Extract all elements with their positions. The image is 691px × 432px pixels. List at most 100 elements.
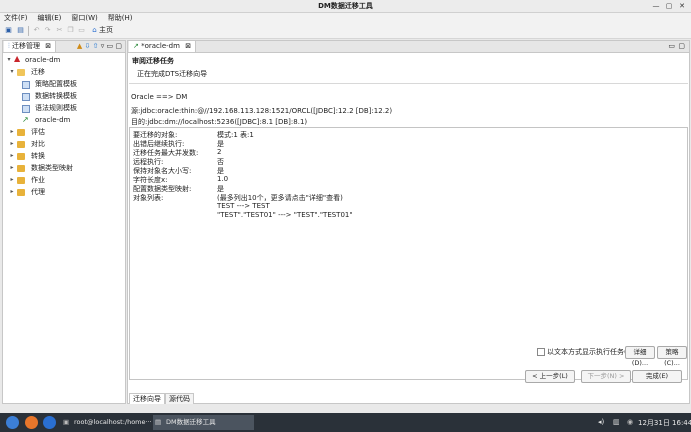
minimize-button[interactable]: —: [651, 1, 661, 11]
tree-item-label: 数据转换模板: [35, 92, 77, 100]
tree-item-strategy-template[interactable]: 策略配置模板: [3, 78, 125, 90]
tree-item-label: 评估: [31, 128, 45, 136]
cut-icon[interactable]: ✂: [55, 26, 64, 35]
text-mode-label[interactable]: 以文本方式显示执行任务(E): [547, 347, 634, 357]
maximize-editor-icon[interactable]: ▢: [678, 42, 685, 50]
toolbar-separator: [28, 26, 29, 36]
expand-arrow-icon[interactable]: ▸: [8, 174, 16, 186]
text-mode-checkbox[interactable]: [537, 348, 545, 356]
close-tab-icon[interactable]: ⊠: [185, 42, 191, 50]
migration-manager-panel: ⫶ 迁移管理 ⊠ ▲ ⇩ ⇧ ▿ ▭ ▢ ▾ ▲ oracle-dm ▾ 迁移 …: [2, 40, 126, 404]
home-label[interactable]: 主页: [99, 26, 113, 35]
export-icon[interactable]: ⇧: [93, 42, 99, 50]
close-window-button[interactable]: ✕: [677, 1, 687, 11]
tree-item-label: oracle-dm: [35, 116, 71, 124]
expand-arrow-icon[interactable]: ▸: [8, 138, 16, 150]
launcher-icon[interactable]: [6, 416, 19, 429]
wizard-title: 审阅迁移任务: [132, 57, 174, 65]
editor-tab-label: *oracle-dm: [141, 42, 180, 50]
template-icon: [22, 105, 30, 113]
maximize-button[interactable]: ▢: [664, 1, 674, 11]
import-icon[interactable]: ⇩: [85, 42, 91, 50]
tree-item-type-mapping[interactable]: ▸ 数据类型映射: [3, 162, 125, 174]
tree-item-label: 作业: [31, 176, 45, 184]
volume-icon[interactable]: ◂): [598, 418, 604, 426]
menu-help[interactable]: 帮助(H): [108, 13, 133, 24]
folder-icon: [17, 129, 25, 136]
tree-item-convert[interactable]: ▸ 转换: [3, 150, 125, 162]
tree-item-label: 代理: [31, 188, 45, 196]
firefox-icon[interactable]: [25, 416, 38, 429]
taskbar-item-dm-tool[interactable]: ▤ DM数据迁移工具: [153, 415, 254, 430]
clock[interactable]: 12月31日 16:44: [638, 418, 691, 428]
tree-view-icon: ⫶: [8, 42, 10, 50]
view-menu-icon[interactable]: ▿: [101, 42, 105, 50]
tab-migration-manager[interactable]: ⫶ 迁移管理 ⊠: [4, 41, 57, 52]
tab-source-code[interactable]: 源代码: [165, 393, 194, 404]
menu-edit[interactable]: 编辑(E): [38, 13, 62, 24]
folder-open-icon: [17, 69, 25, 76]
wizard-bottom-tabs: 迁移向导 源代码: [129, 393, 194, 404]
folder-icon: [17, 141, 25, 148]
target-connection: 目的:jdbc:dm://localhost:5236([JDBC]:8.1 […: [131, 118, 308, 126]
next-button[interactable]: 下一步(N) >: [581, 370, 631, 383]
panel-tools: ▲ ⇩ ⇧ ▿ ▭ ▢: [77, 42, 122, 50]
maximize-panel-icon[interactable]: ▢: [115, 42, 122, 50]
taskbar-item-label: DM数据迁移工具: [166, 418, 216, 426]
collapse-arrow-icon[interactable]: ▾: [8, 66, 16, 78]
close-tab-icon[interactable]: ⊠: [45, 42, 51, 50]
strategy-button[interactable]: 策略(C)...: [657, 346, 687, 367]
folder-icon: [17, 177, 25, 184]
tree-item-conversion-template[interactable]: 数据转换模板: [3, 90, 125, 102]
taskbar-item-terminal[interactable]: ▣ root@localhost:/home···: [61, 415, 164, 430]
expand-arrow-icon[interactable]: ▸: [8, 126, 16, 138]
tree-item-jobs[interactable]: ▸ 作业: [3, 174, 125, 186]
tree-item-migration[interactable]: ▾ 迁移: [3, 66, 125, 78]
network-icon[interactable]: ▥: [613, 418, 620, 426]
migration-icon: ↗: [22, 115, 29, 124]
tree-item-label: 转换: [31, 152, 45, 160]
copy-icon[interactable]: ❐: [66, 26, 75, 35]
tab-migration-wizard[interactable]: 迁移向导: [129, 393, 165, 404]
source-connection: 源:jdbc:oracle:thin:@//192.168.113.128:15…: [131, 107, 393, 115]
finish-button[interactable]: 完成(E): [632, 370, 682, 383]
expand-arrow-icon[interactable]: ▸: [8, 186, 16, 198]
back-button[interactable]: < 上一步(L): [525, 370, 575, 383]
expand-arrow-icon[interactable]: ▸: [8, 162, 16, 174]
taskbar-item-label: root@localhost:/home···: [74, 418, 152, 426]
files-icon[interactable]: [43, 416, 56, 429]
app-icon: ▤: [155, 418, 162, 426]
paste-icon[interactable]: ▭: [77, 26, 86, 35]
window-title: DM数据迁移工具: [318, 2, 373, 10]
expand-arrow-icon[interactable]: ▸: [8, 150, 16, 162]
menu-file[interactable]: 文件(F): [4, 13, 28, 24]
minimize-panel-icon[interactable]: ▭: [107, 42, 114, 50]
tree-item-assessment[interactable]: ▸ 评估: [3, 126, 125, 138]
tree-item-syntax-template[interactable]: 语法规则模板: [3, 102, 125, 114]
tree-item-project[interactable]: ▾ ▲ oracle-dm: [3, 54, 125, 66]
menu-window[interactable]: 窗口(W): [71, 13, 97, 24]
new-project-icon[interactable]: ▲: [77, 42, 82, 50]
tree-item-compare[interactable]: ▸ 对比: [3, 138, 125, 150]
project-icon: ▲: [14, 54, 21, 63]
tree-item-agents[interactable]: ▸ 代理: [3, 186, 125, 198]
tab-label: 迁移管理: [11, 42, 40, 50]
tree-item-label: 语法规则模板: [35, 104, 77, 112]
notification-icon[interactable]: ◉: [627, 418, 633, 426]
tree-item-label: 对比: [31, 140, 45, 148]
window-titlebar: DM数据迁移工具 — ▢ ✕: [0, 0, 691, 13]
redo-icon[interactable]: ↷: [43, 26, 52, 35]
undo-icon[interactable]: ↶: [32, 26, 41, 35]
collapse-arrow-icon[interactable]: ▾: [5, 54, 13, 66]
task-summary-box[interactable]: 要迁移的对象: 模式:1 表:1 出错后继续执行: 是 迁移任务最大并发数: 2 远程…: [129, 127, 688, 380]
minimize-editor-icon[interactable]: ▭: [668, 42, 675, 50]
home-icon[interactable]: ⌂: [90, 26, 99, 35]
save-all-icon[interactable]: ▤: [16, 26, 25, 35]
tab-oracle-dm[interactable]: ↗ *oracle-dm ⊠: [129, 41, 197, 52]
save-icon[interactable]: ▣: [4, 26, 13, 35]
panel-header: ⫶ 迁移管理 ⊠ ▲ ⇩ ⇧ ▿ ▭ ▢: [3, 41, 125, 53]
tree-item-migration-task[interactable]: ↗ oracle-dm: [3, 114, 125, 126]
tree-item-label: 迁移: [31, 68, 45, 76]
details-button[interactable]: 详细(D)...: [625, 346, 655, 367]
menu-bar: 文件(F) 编辑(E) 窗口(W) 帮助(H): [0, 13, 691, 24]
